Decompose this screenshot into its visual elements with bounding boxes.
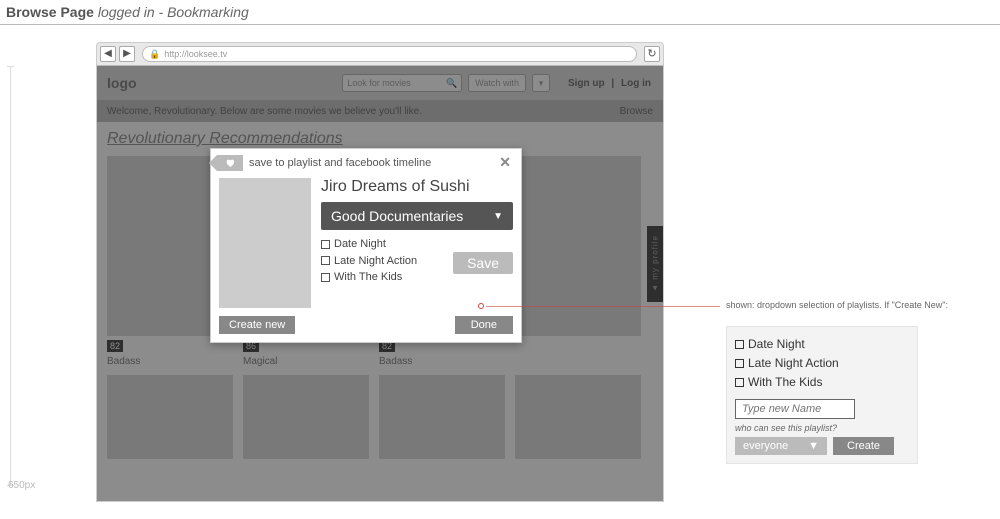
height-ruler xyxy=(10,66,11,486)
create-new-panel: Date Night Late Night Action With The Ki… xyxy=(726,326,918,464)
modal-thumb xyxy=(219,178,311,308)
modal-body: Jiro Dreams of Sushi Good Documentaries … xyxy=(211,176,521,316)
chevron-down-icon: ▼ xyxy=(493,211,503,222)
checkbox-icon xyxy=(321,256,330,265)
back-button[interactable]: ◀ xyxy=(100,46,116,62)
checkbox-icon xyxy=(321,240,330,249)
modal-header: save to playlist and facebook timeline ✕ xyxy=(211,149,521,176)
callout-line xyxy=(486,306,720,307)
save-button[interactable]: Save xyxy=(453,252,513,274)
url-text: http://looksee.tv xyxy=(164,49,227,59)
browser-toolbar: ◀ ▶ 🔒 http://looksee.tv ↻ xyxy=(96,42,664,66)
playlist-option[interactable]: Date Night xyxy=(321,236,513,253)
modal-right: Jiro Dreams of Sushi Good Documentaries … xyxy=(321,178,513,308)
save-modal: save to playlist and facebook timeline ✕… xyxy=(210,148,522,343)
sp-option[interactable]: With The Kids xyxy=(735,373,909,392)
callout-text: shown: dropdown selection of playlists. … xyxy=(726,300,948,310)
new-playlist-name-input[interactable] xyxy=(735,399,855,419)
checkbox-icon xyxy=(735,340,744,349)
checkbox-icon xyxy=(735,378,744,387)
sp-actions: everyone ▼ Create xyxy=(735,437,909,455)
chevron-down-icon: ▼ xyxy=(808,440,819,452)
lock-icon: 🔒 xyxy=(149,49,160,60)
page-label: Browse Page logged in - Bookmarking xyxy=(6,4,249,20)
height-label: 650px xyxy=(8,480,35,491)
playlist-dropdown[interactable]: Good Documentaries ▼ xyxy=(321,202,513,230)
modal-movie-title: Jiro Dreams of Sushi xyxy=(321,178,513,196)
close-button[interactable]: ✕ xyxy=(495,154,515,171)
modal-footer: Create new Done xyxy=(211,316,521,342)
sp-option[interactable]: Date Night xyxy=(735,335,909,354)
divider xyxy=(0,24,1000,25)
heart-icon xyxy=(217,155,243,171)
modal-head-text: save to playlist and facebook timeline xyxy=(249,157,489,169)
dropdown-label: Good Documentaries xyxy=(331,208,463,224)
url-bar[interactable]: 🔒 http://looksee.tv xyxy=(142,46,637,62)
sp-options: Date Night Late Night Action With The Ki… xyxy=(735,335,909,393)
forward-button[interactable]: ▶ xyxy=(119,46,135,62)
visibility-question: who can see this playlist? xyxy=(735,423,909,433)
sp-option[interactable]: Late Night Action xyxy=(735,354,909,373)
page-title-bold: Browse Page xyxy=(6,4,94,20)
visibility-select[interactable]: everyone ▼ xyxy=(735,437,827,455)
page-title-rest: logged in - Bookmarking xyxy=(98,4,249,20)
callout-marker xyxy=(478,303,484,309)
reload-button[interactable]: ↻ xyxy=(644,46,660,62)
checkbox-icon xyxy=(735,359,744,368)
create-button[interactable]: Create xyxy=(833,437,894,455)
create-new-button[interactable]: Create new xyxy=(219,316,295,334)
done-button[interactable]: Done xyxy=(455,316,513,334)
checkbox-icon xyxy=(321,273,330,282)
